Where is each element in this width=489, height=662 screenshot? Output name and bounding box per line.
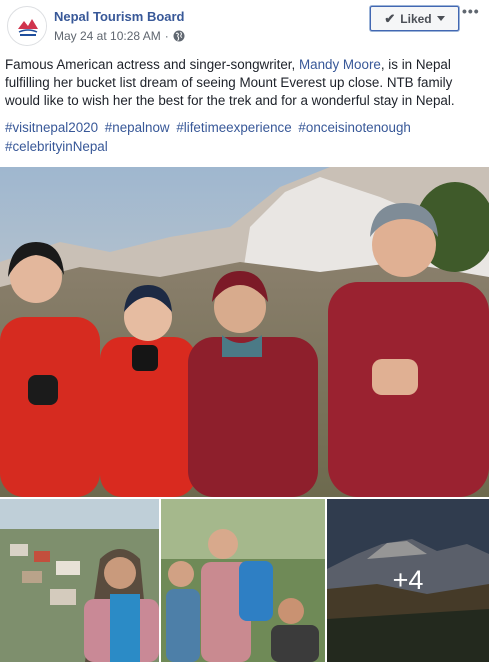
- thumbnail-photo-2[interactable]: [161, 499, 325, 662]
- hashtag-link[interactable]: #visitnepal2020: [5, 120, 98, 135]
- hashtag-list: #visitnepal2020 #nepalnow #lifetimeexper…: [5, 118, 483, 156]
- more-photos-overlay[interactable]: +4: [327, 499, 489, 662]
- thumbnail-photo-3[interactable]: +4: [327, 499, 489, 662]
- check-icon: ✔: [384, 10, 396, 26]
- ntb-logo-icon: [9, 8, 46, 45]
- post-header: Nepal Tourism Board May 24 at 10:28 AM ·…: [0, 0, 489, 52]
- meta-separator: ·: [164, 29, 169, 43]
- liked-label: Liked: [400, 11, 432, 26]
- hiking-group-photo-image: [161, 499, 325, 662]
- post-timestamp[interactable]: May 24 at 10:28 AM: [54, 29, 161, 43]
- hashtag-link[interactable]: #lifetimeexperience: [176, 120, 291, 135]
- message-text-before: Famous American actress and singer-songw…: [5, 57, 299, 72]
- hashtag-link[interactable]: #nepalnow: [105, 120, 170, 135]
- hikers-photo-image: [0, 167, 489, 497]
- globe-icon[interactable]: [173, 30, 185, 42]
- thumbnail-photo-1[interactable]: [0, 499, 159, 662]
- village-photo-image: [0, 499, 159, 662]
- mention-link[interactable]: Mandy Moore: [299, 57, 381, 72]
- page-name-link[interactable]: Nepal Tourism Board: [54, 9, 185, 24]
- hashtag-link[interactable]: #celebrityinNepal: [5, 139, 108, 154]
- main-photo[interactable]: [0, 167, 489, 497]
- post-meta: May 24 at 10:28 AM ·: [54, 29, 185, 43]
- hashtag-link[interactable]: #onceisinotenough: [298, 120, 410, 135]
- page-avatar[interactable]: [7, 6, 47, 46]
- chevron-down-icon: [436, 16, 445, 21]
- more-options-icon[interactable]: •••: [462, 4, 484, 22]
- liked-button[interactable]: ✔ Liked: [370, 6, 459, 31]
- post-message: Famous American actress and singer-songw…: [5, 56, 483, 110]
- more-photos-count: +4: [392, 565, 424, 595]
